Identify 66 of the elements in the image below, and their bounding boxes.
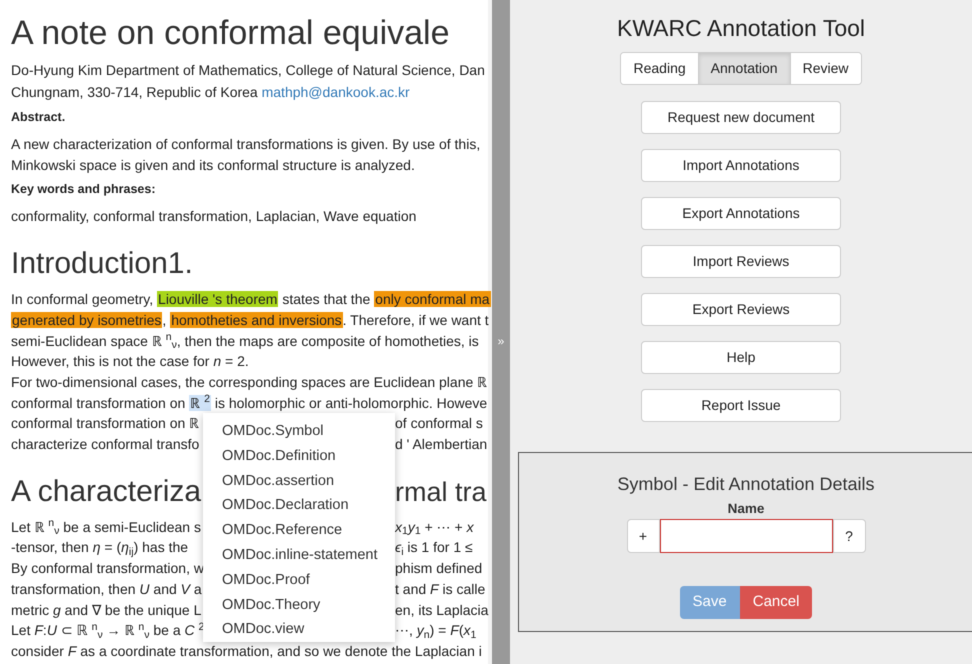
section-label: Abstract. <box>11 110 66 124</box>
text: Chungnam, 330-714, Republic of Korea <box>11 84 259 100</box>
text-line: conformality, conformal transformation, Laplacian, Wave equation <box>11 208 416 224</box>
tool-button[interactable]: Export Reviews <box>641 293 841 326</box>
text-line: metric g and ∇ be the unique L <box>11 602 202 618</box>
menu-item[interactable]: OMDoc.view <box>203 617 395 642</box>
menu-item[interactable]: OMDoc.Symbol <box>203 419 395 444</box>
add-addon[interactable]: + <box>626 519 660 553</box>
tool-title: KWARC Annotation Tool <box>616 14 866 43</box>
text-line: Do-Hyung Kim Department of Mathematics, College of Natural Science, Dan <box>11 62 485 78</box>
highlighted-text: Liouville 's theorem <box>157 291 278 308</box>
email-link[interactable]: mathph@dankook.ac.kr <box>262 84 410 100</box>
menu-item[interactable]: OMDoc.Proof <box>203 568 395 593</box>
text-line: consider F as a coordinate transformation, and so we denote the Laplacian i <box>11 642 482 659</box>
name-field[interactable] <box>660 519 832 553</box>
text-line: However, this is not the case for n = 2. <box>11 353 249 370</box>
text: is holomorphic or anti-holomorphic. Howeve <box>214 394 488 411</box>
text-line: -tensor, then η = (η$_{ij}$) has the <box>11 539 188 556</box>
section-heading: A characteriza <box>11 474 202 508</box>
highlighted-text: only conformal ma <box>374 291 491 308</box>
text-line: A new characterization of conformal transformations is given. By use of this, <box>11 136 480 152</box>
highlighted-text: generated by isometries <box>11 312 162 328</box>
text: In conformal geometry, <box>11 291 154 308</box>
text: states that the <box>281 291 372 308</box>
text-line: ⋯, y$_{n}$) = F(x$_{1}$ <box>395 622 476 638</box>
text-line: ϵ$_{i}$ is 1 for 1 ≤ <box>395 539 473 556</box>
section-heading: Introduction1. <box>11 247 193 280</box>
text-line: For two-dimensional cases, the corresponding spaces are Euclidean plane ℝ <box>11 374 488 390</box>
text-line: Minkowski space is given and its conformal structure is analyzed. <box>11 156 415 173</box>
menu-item[interactable]: OMDoc.inline-statement <box>203 542 395 568</box>
text-line: transformation, then U and V a <box>11 580 202 597</box>
menu-item[interactable]: OMDoc.assertion <box>203 468 395 494</box>
menu-item[interactable]: OMDoc.Declaration <box>203 493 395 518</box>
tab[interactable]: Review <box>790 53 860 84</box>
menu-item[interactable]: OMDoc.Definition <box>203 444 395 469</box>
text: , <box>162 312 168 328</box>
text: conformal transformation on <box>11 394 186 411</box>
tab[interactable]: Annotation <box>698 53 790 84</box>
text-line: characterize conformal transfo <box>11 436 200 452</box>
tool-button[interactable]: Export Annotations <box>641 197 841 230</box>
section-heading: rmal tra <box>395 476 487 507</box>
cancel-button[interactable]: Cancel <box>740 586 812 619</box>
tool-button[interactable]: Help <box>641 341 841 374</box>
highlighted-text: homotheties and inversions <box>170 312 343 328</box>
dialog-title: Symbol - Edit Annotation Details <box>617 473 875 496</box>
text-line: of conformal s <box>395 415 483 432</box>
menu-item[interactable]: OMDoc.Reference <box>203 518 395 543</box>
tool-button[interactable]: Request new document <box>641 101 841 134</box>
help-addon[interactable]: ? <box>832 519 866 553</box>
text-line: Let ℝ $^{n}$$_{ν}$ be a semi-Euclidean s <box>11 518 201 535</box>
highlighted-text: ℝ $^{2}$ <box>189 394 211 411</box>
text-line: x$_{1}$y$_{1}$ + ⋯ + x <box>395 518 474 535</box>
section-label: Key words and phrases: <box>11 182 156 196</box>
text-line: d ' Alembertian <box>395 436 488 452</box>
tool-button[interactable]: Import Annotations <box>641 149 841 182</box>
text-line: conformal transformation on ℝ <box>11 415 200 432</box>
tool-button[interactable]: Import Reviews <box>641 245 841 278</box>
text-line: en, its Laplacia <box>395 602 488 618</box>
field-label: Name <box>728 500 764 518</box>
text-line: t and F is calle <box>395 580 486 597</box>
text-line: semi-Euclidean space ℝ $^{n}$$_{ν}$, then the maps are composite of homotheties, is <box>11 332 479 349</box>
text-line: phism defined <box>395 560 482 576</box>
tool-button[interactable]: Report Issue <box>641 389 841 422</box>
menu-item[interactable]: OMDoc.Theory <box>203 592 395 618</box>
text: . Therefore, if we want t <box>342 312 489 328</box>
document-title: A note on conformal equivale <box>11 14 450 52</box>
